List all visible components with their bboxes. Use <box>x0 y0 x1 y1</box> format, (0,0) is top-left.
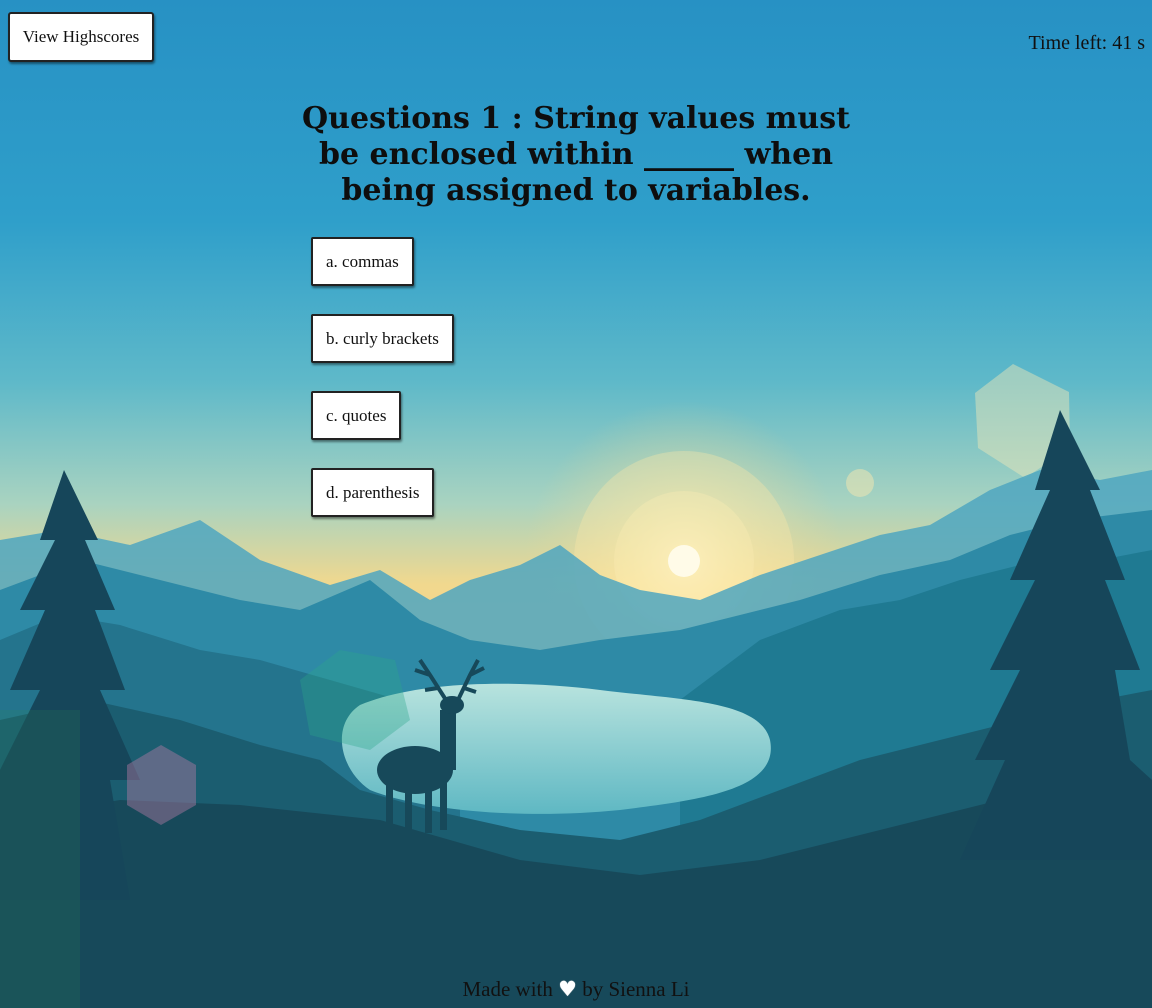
time-left-label: Time left: 41 s <box>1028 32 1146 54</box>
footer-suffix: by Sienna Li <box>582 977 690 1001</box>
answer-list: a. commas b. curly brackets c. quotes d.… <box>311 237 454 545</box>
sun <box>668 545 700 577</box>
answer-button-d[interactable]: d. parenthesis <box>311 468 435 517</box>
answer-button-b[interactable]: b. curly brackets <box>311 314 454 363</box>
view-highscores-button[interactable]: View Highscores <box>8 12 154 62</box>
answer-button-c[interactable]: c. quotes <box>311 391 402 440</box>
question-text: Questions 1 : String values must be encl… <box>302 101 850 208</box>
footer-credit: Made with ♥ by Sienna Li <box>0 977 1152 1002</box>
footer-prefix: Made with <box>462 977 553 1001</box>
heart-icon: ♥ <box>558 977 577 1001</box>
answer-button-a[interactable]: a. commas <box>311 237 414 286</box>
